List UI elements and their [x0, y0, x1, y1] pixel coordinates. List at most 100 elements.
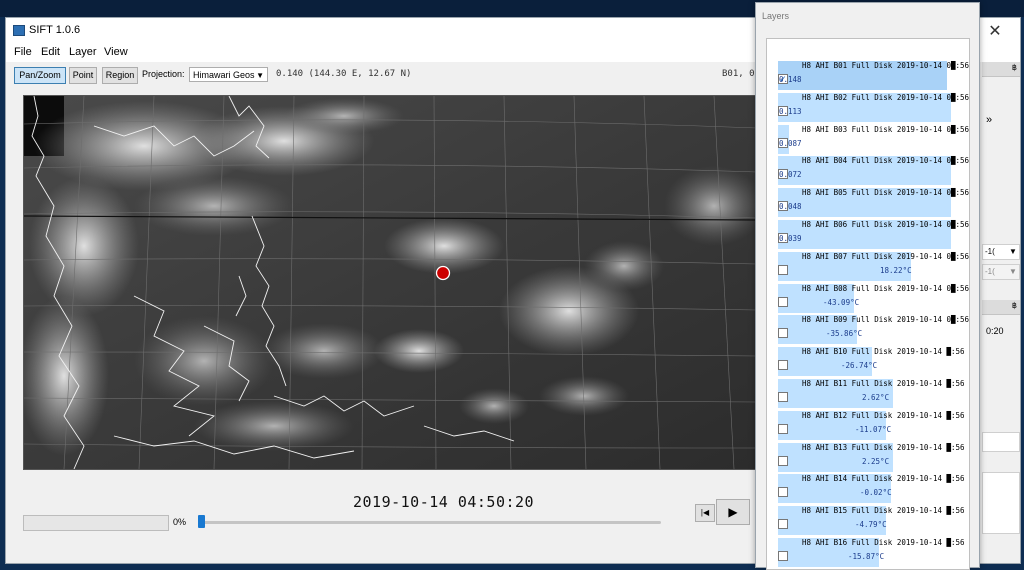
layer-probe-value: -35.86°C — [826, 329, 863, 339]
layer-name: H8 AHI B02 Full Disk 2019-10-14 0█:56 — [802, 92, 970, 102]
cursor-readout: 0.140 (144.30 E, 12.67 N) — [276, 69, 412, 79]
layer-row[interactable]: H8 AHI B05 Full Disk 2019-10-14 0█:56 0.0… — [767, 184, 970, 218]
layer-visibility-checkbox[interactable] — [778, 360, 788, 371]
point-tool-button[interactable]: Point — [69, 67, 97, 84]
layer-name: H8 AHI B08 Full Disk 2019-10-14 0█:56 — [802, 283, 970, 293]
layer-visibility-checkbox[interactable] — [778, 519, 788, 530]
toolbar: Pan/Zoom Point Region Projection: Himawa… — [6, 66, 766, 86]
layers-window-title: Layers — [762, 11, 790, 21]
layer-name: H8 AHI B04 Full Disk 2019-10-14 0█:56 — [802, 156, 970, 166]
layer-probe-value: 2.62°C — [862, 393, 890, 402]
layer-probe-value: 0.148 — [779, 75, 802, 84]
layer-visibility-checkbox[interactable] — [778, 423, 788, 434]
layer-name: H8 AHI B11 Full Disk 2019-10-14 █:56 — [802, 379, 965, 388]
load-progress-bar — [23, 515, 169, 531]
layer-probe-value: 18.22°C — [880, 265, 912, 275]
dock-header-1: ฿ — [982, 62, 1020, 77]
dock-combo-1[interactable]: -1(▼ — [982, 244, 1020, 260]
layer-probe-value: 0.039 — [779, 234, 802, 243]
dock-field[interactable] — [982, 432, 1020, 452]
layer-probe-value: -0.02°C — [860, 488, 892, 498]
layer-name: H8 AHI B16 Full Disk 2019-10-14 █:56 — [802, 538, 965, 547]
projection-value: Himawari Geos — [193, 70, 255, 80]
layer-name: H8 AHI B03 Full Disk 2019-10-14 0█:56 — [802, 124, 970, 134]
pan-zoom-tool-button[interactable]: Pan/Zoom — [14, 67, 66, 84]
layers-window: Layers ✓ H8 AHI B01 Full Disk 2019-10-14 … — [755, 2, 980, 570]
play-button[interactable]: ▶ — [716, 499, 750, 525]
timeline-slider-track[interactable] — [201, 521, 661, 524]
layer-row[interactable]: H8 AHI B02 Full Disk 2019-10-14 0█:56 0.1… — [767, 89, 970, 122]
layer-visibility-checkbox[interactable] — [778, 264, 788, 275]
expand-icon[interactable]: » — [986, 114, 992, 126]
layer-row[interactable]: ✓ H8 AHI B01 Full Disk 2019-10-14 0█:56 0.… — [767, 57, 970, 90]
layer-row[interactable]: H8 AHI B15 Full Disk 2019-10-14 █:56 -4.7… — [767, 502, 969, 536]
probe-point-marker — [435, 265, 451, 281]
play-icon: ▶ — [728, 505, 738, 519]
layer-probe-value: 0.048 — [779, 202, 802, 212]
layer-row[interactable]: H8 AHI B07 Full Disk 2019-10-14 0█:56 18.… — [767, 248, 970, 281]
layer-row[interactable]: H8 AHI B04 Full Disk 2019-10-14 0█:56 0.0… — [767, 152, 970, 186]
layer-row[interactable]: H8 AHI B08 Full Disk 2019-10-14 0█:56 -43… — [767, 280, 970, 313]
band-readout: B01, 0 — [722, 69, 755, 79]
layer-name: H8 AHI B12 Full Disk 2019-10-14 █:56 — [802, 410, 965, 420]
satellite-map-canvas[interactable] — [23, 95, 758, 470]
projection-select[interactable]: Himawari Geos ▼ — [189, 67, 268, 82]
layer-name: H8 AHI B05 Full Disk 2019-10-14 0█:56 — [802, 188, 970, 198]
layer-probe-value: -15.87°C — [848, 552, 885, 561]
menu-file[interactable]: File — [14, 46, 32, 58]
close-button[interactable]: ✕ — [980, 21, 1010, 41]
layer-visibility-checkbox[interactable] — [778, 487, 788, 498]
layer-visibility-checkbox[interactable] — [778, 328, 788, 339]
layer-list[interactable]: ✓ H8 AHI B01 Full Disk 2019-10-14 0█:56 0.… — [766, 38, 970, 570]
app-icon — [13, 25, 25, 36]
satellite-imagery — [24, 96, 757, 469]
dock-panel — [982, 472, 1020, 534]
chevron-down-icon: ▼ — [1009, 247, 1017, 256]
dock-time-label: 0:20 — [986, 326, 1004, 336]
layer-probe-value: -26.74°C — [841, 361, 878, 371]
layer-name: H8 AHI B07 Full Disk 2019-10-14 0█:56 — [802, 251, 970, 261]
layer-visibility-checkbox[interactable] — [778, 296, 788, 307]
menu-edit[interactable]: Edit — [41, 46, 60, 58]
layer-probe-value: 2.25°C — [862, 456, 890, 466]
timeline-slider-handle[interactable] — [198, 515, 205, 528]
layer-row[interactable]: H8 AHI B16 Full Disk 2019-10-14 █:56 -15.… — [767, 534, 969, 567]
layer-row[interactable]: H8 AHI B12 Full Disk 2019-10-14 █:56 -11.… — [767, 407, 969, 440]
window-title: SIFT 1.0.6 — [29, 24, 81, 36]
menu-layer[interactable]: Layer — [69, 46, 97, 58]
skip-to-first-button[interactable]: |◀ — [695, 504, 715, 522]
animation-controls: 2019-10-14 04:50:20 0% |◀ ▶ — [23, 478, 756, 558]
layer-name: H8 AHI B01 Full Disk 2019-10-14 0█:56 — [802, 61, 970, 70]
layer-row[interactable]: H8 AHI B13 Full Disk 2019-10-14 █:56 2.25… — [767, 439, 969, 472]
layer-visibility-checkbox[interactable] — [778, 551, 788, 561]
layer-probe-value: 0.072 — [779, 170, 802, 180]
skip-to-first-icon: |◀ — [700, 508, 710, 517]
chevron-down-icon: ▼ — [1009, 267, 1017, 276]
menu-view[interactable]: View — [104, 46, 128, 58]
float-icon[interactable]: ฿ — [1012, 63, 1017, 72]
layer-probe-value: -43.09°C — [823, 297, 860, 307]
layer-name: H8 AHI B14 Full Disk 2019-10-14 █:56 — [802, 474, 965, 484]
region-tool-button[interactable]: Region — [102, 67, 138, 84]
dock-header-2: ฿ — [982, 300, 1020, 315]
layer-visibility-checkbox[interactable] — [778, 392, 788, 402]
layer-name: H8 AHI B10 Full Disk 2019-10-14 █:56 — [802, 347, 965, 357]
layer-row[interactable]: H8 AHI B09 Full Disk 2019-10-14 0█:56 -35… — [767, 311, 969, 345]
frame-timestamp: 2019-10-14 04:50:20 — [353, 493, 535, 511]
layer-row[interactable]: H8 AHI B14 Full Disk 2019-10-14 █:56 -0.0… — [767, 470, 969, 504]
layer-name: H8 AHI B06 Full Disk 2019-10-14 0█:56 — [802, 220, 970, 229]
layer-probe-value: 0.087 — [779, 138, 802, 148]
layer-row[interactable]: H8 AHI B06 Full Disk 2019-10-14 0█:56 0.0… — [767, 216, 970, 249]
layer-name: H8 AHI B13 Full Disk 2019-10-14 █:56 — [802, 442, 965, 452]
layer-visibility-checkbox[interactable] — [778, 455, 788, 466]
layer-row[interactable]: H8 AHI B03 Full Disk 2019-10-14 0█:56 0.0… — [767, 121, 970, 154]
layer-probe-value: 0.113 — [779, 106, 802, 116]
float-icon[interactable]: ฿ — [1012, 301, 1017, 310]
right-dock: ฿ » -1(▼ -1(▼ ฿ 0:20 — [982, 62, 1020, 562]
chevron-down-icon: ▼ — [256, 71, 264, 80]
layer-row[interactable]: H8 AHI B11 Full Disk 2019-10-14 █:56 2.62… — [767, 375, 969, 408]
layer-row[interactable]: H8 AHI B10 Full Disk 2019-10-14 █:56 -26.… — [767, 343, 969, 377]
layer-probe-value: -11.07°C — [855, 424, 892, 434]
dock-combo-2[interactable]: -1(▼ — [982, 264, 1020, 280]
layer-name: H8 AHI B15 Full Disk 2019-10-14 █:56 — [802, 506, 965, 516]
